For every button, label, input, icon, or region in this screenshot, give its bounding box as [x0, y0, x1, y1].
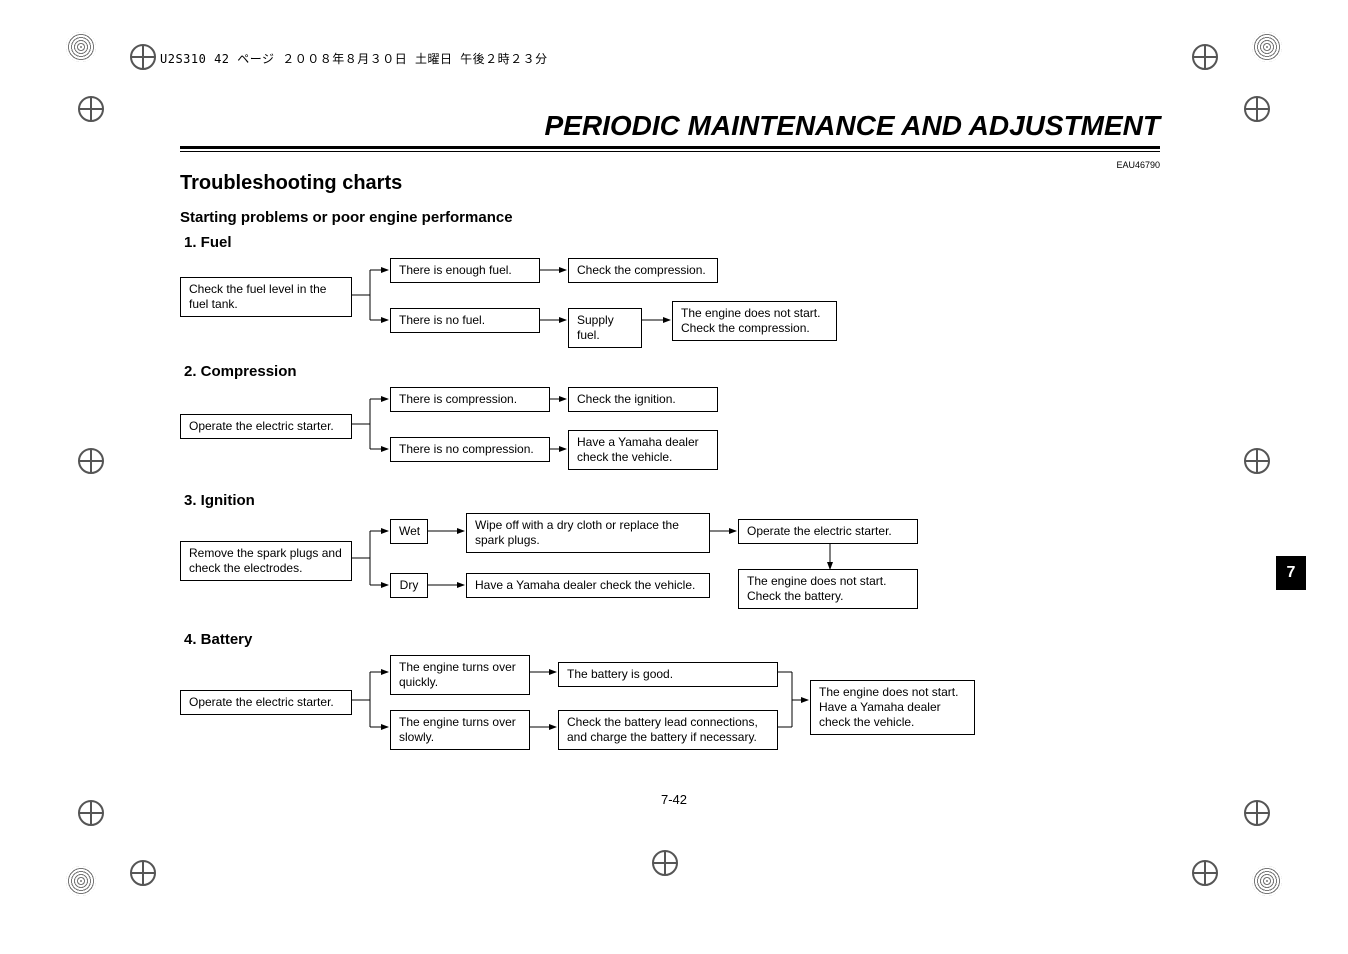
corner-mark-bl: [66, 866, 96, 896]
ignition-optA: Wet: [390, 519, 428, 544]
flow-compression: Operate the electric starter. There is c…: [180, 384, 1160, 474]
ignition-optB: Dry: [390, 573, 428, 598]
fuel-optB-result: The engine does not start. Check the com…: [672, 301, 837, 341]
fuel-optB: There is no fuel.: [390, 308, 540, 333]
print-header-strip: U2S310 42 ページ ２００８年８月３０日 土曜日 午後２時２３分: [160, 50, 548, 67]
ignition-start: Remove the spark plugs and check the ele…: [180, 541, 352, 581]
chapter-rule: [180, 151, 1160, 152]
ignition-optA-next: Wipe off with a dry cloth or replace the…: [466, 513, 710, 553]
reg-mark-left-upper: [78, 96, 104, 122]
reg-mark-header-right: [1192, 44, 1218, 70]
corner-mark-br: [1252, 866, 1282, 896]
ignition-result: The engine does not start. Check the bat…: [738, 569, 918, 609]
compression-optB-next: Have a Yamaha dealer check the vehicle.: [568, 430, 718, 470]
reg-mark-footer-right: [1192, 860, 1218, 886]
ignition-optB-next: Have a Yamaha dealer check the vehicle.: [466, 573, 710, 598]
corner-mark-tl: [66, 32, 96, 62]
reg-mark-footer-left: [130, 860, 156, 886]
flow-battery: Operate the electric starter. The engine…: [180, 652, 1160, 752]
reg-mark-header-left: [130, 44, 156, 70]
reg-mark-right-mid: [1244, 448, 1270, 474]
fuel-optA-next: Check the compression.: [568, 258, 718, 283]
section-title: Troubleshooting charts: [180, 172, 1160, 195]
compression-start: Operate the electric starter.: [180, 414, 352, 439]
battery-optA: The engine turns over quickly.: [390, 655, 530, 695]
chapter-title: PERIODIC MAINTENANCE AND ADJUSTMENT: [180, 110, 1160, 149]
block-title-ignition: 3. Ignition: [184, 492, 1160, 509]
subsection-title: Starting problems or poor engine perform…: [180, 209, 1160, 226]
reg-mark-right-upper: [1244, 96, 1270, 122]
flow-ignition: Remove the spark plugs and check the ele…: [180, 513, 1160, 613]
reg-mark-right-lower: [1244, 800, 1270, 826]
reg-mark-left-mid: [78, 448, 104, 474]
battery-optB: The engine turns over slowly.: [390, 710, 530, 750]
doc-code: EAU46790: [1116, 160, 1160, 170]
chapter-side-tab: 7: [1276, 556, 1306, 590]
compression-optA-next: Check the ignition.: [568, 387, 718, 412]
fuel-optA: There is enough fuel.: [390, 258, 540, 283]
block-title-battery: 4. Battery: [184, 631, 1160, 648]
fuel-optB-next: Supply fuel.: [568, 308, 642, 348]
battery-start: Operate the electric starter.: [180, 690, 352, 715]
fuel-start: Check the fuel level in the fuel tank.: [180, 277, 352, 317]
compression-optA: There is compression.: [390, 387, 550, 412]
reg-mark-left-lower: [78, 800, 104, 826]
battery-result: The engine does not start. Have a Yamaha…: [810, 680, 975, 735]
block-title-fuel: 1. Fuel: [184, 234, 1160, 251]
corner-mark-tr: [1252, 32, 1282, 62]
flow-fuel: Check the fuel level in the fuel tank. T…: [180, 255, 1160, 345]
block-title-compression: 2. Compression: [184, 363, 1160, 380]
compression-optB: There is no compression.: [390, 437, 550, 462]
reg-mark-top: [652, 850, 678, 876]
battery-optB-next: Check the battery lead connections, and …: [558, 710, 778, 750]
battery-optA-next: The battery is good.: [558, 662, 778, 687]
ignition-optA-next2: Operate the electric starter.: [738, 519, 918, 544]
page-number: 7-42: [661, 792, 687, 807]
